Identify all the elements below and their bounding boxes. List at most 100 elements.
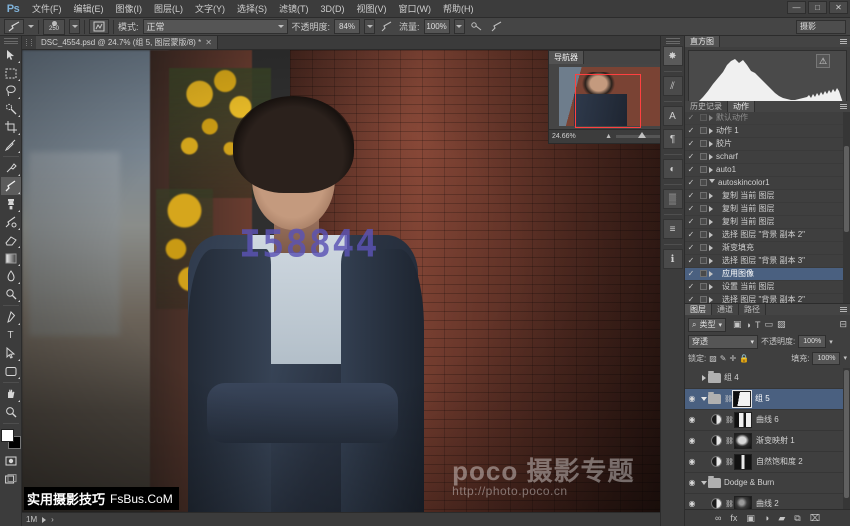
- opacity-pressure-icon[interactable]: [379, 19, 395, 34]
- layer-row-dodge-burn[interactable]: ◉ Dodge & Burn: [685, 473, 850, 494]
- action-dialog-toggle[interactable]: [697, 127, 709, 134]
- lock-all-icon[interactable]: 🔒: [739, 354, 749, 363]
- chevron-right-icon[interactable]: [709, 219, 719, 225]
- layer-mask-thumbnail[interactable]: [734, 412, 752, 428]
- chevron-right-icon[interactable]: [709, 115, 713, 121]
- action-row[interactable]: ✓ 默认动作: [685, 112, 850, 125]
- info-panel-icon[interactable]: ℹ: [663, 249, 683, 269]
- workspace-select[interactable]: 摄影: [796, 20, 846, 34]
- brush-panel-toggle-icon[interactable]: [89, 19, 109, 34]
- close-icon[interactable]: ✕: [205, 38, 212, 47]
- link-layers-icon[interactable]: ∞: [715, 513, 721, 523]
- chevron-right-icon[interactable]: [709, 297, 719, 303]
- tab-navigator[interactable]: 导航器: [549, 51, 584, 64]
- quick-mask-icon[interactable]: [1, 452, 21, 470]
- menu-type[interactable]: 文字(Y): [189, 0, 231, 18]
- status-chevron-icon[interactable]: ›: [51, 515, 54, 524]
- filter-toggle-icon[interactable]: ⊟: [839, 319, 847, 330]
- visibility-icon[interactable]: ◉: [685, 478, 699, 487]
- actions-scrollbar[interactable]: [843, 112, 850, 303]
- layers-scrollbar[interactable]: [843, 368, 850, 509]
- action-dialog-toggle[interactable]: [697, 166, 709, 173]
- flow-chevron-icon[interactable]: [454, 19, 465, 34]
- menu-layer[interactable]: 图层(L): [148, 0, 189, 18]
- chevron-down-icon[interactable]: [699, 481, 708, 485]
- menu-edit[interactable]: 编辑(E): [68, 0, 110, 18]
- fill-chevron-icon[interactable]: ▾: [843, 354, 847, 362]
- action-toggle-icon[interactable]: ✓: [685, 243, 697, 252]
- shape-filter-icon[interactable]: ▭: [764, 319, 773, 330]
- action-row[interactable]: ✓ 复制 当前 图层: [685, 216, 850, 229]
- action-toggle-icon[interactable]: ✓: [685, 152, 697, 161]
- add-mask-icon[interactable]: ▣: [746, 513, 755, 524]
- visibility-icon[interactable]: ◉: [685, 436, 699, 445]
- chevron-right-icon[interactable]: [699, 375, 708, 381]
- panel-menu-icon[interactable]: [840, 104, 847, 110]
- minimize-button[interactable]: —: [787, 1, 806, 14]
- menu-file[interactable]: 文件(F): [26, 0, 68, 18]
- action-row[interactable]: ✓ auto1: [685, 164, 850, 177]
- visibility-icon[interactable]: ◉: [685, 457, 699, 466]
- action-toggle-icon[interactable]: ✓: [685, 113, 697, 122]
- menu-image[interactable]: 图像(I): [110, 0, 149, 18]
- action-dialog-toggle[interactable]: [697, 179, 709, 186]
- chevron-right-icon[interactable]: [709, 193, 719, 199]
- layer-blend-mode-select[interactable]: 穿透 ▾: [688, 335, 758, 349]
- healing-brush-tool[interactable]: [1, 159, 21, 177]
- lock-position-icon[interactable]: ✛: [730, 354, 737, 363]
- clone-stamp-tool[interactable]: [1, 195, 21, 213]
- lock-transparent-icon[interactable]: ▨: [709, 354, 717, 363]
- layer-mask-thumbnail[interactable]: [733, 391, 751, 407]
- layer-opacity-value[interactable]: 100%: [798, 335, 826, 348]
- layer-mask-thumbnail[interactable]: [734, 454, 752, 470]
- type-filter-icon[interactable]: T: [755, 320, 761, 330]
- move-tool[interactable]: [1, 46, 21, 64]
- action-toggle-icon[interactable]: ✓: [685, 282, 697, 291]
- brush-presets-icon[interactable]: ✸: [663, 46, 683, 66]
- new-group-icon[interactable]: ▰: [778, 513, 785, 524]
- chevron-right-icon[interactable]: [709, 284, 719, 290]
- brush-size-picker[interactable]: 250: [43, 19, 65, 35]
- action-row[interactable]: ✓ 选择 图层 "背景 副本 2": [685, 294, 850, 303]
- lasso-tool[interactable]: [1, 82, 21, 100]
- action-toggle-icon[interactable]: ✓: [685, 178, 697, 187]
- brush-tool[interactable]: [1, 177, 21, 195]
- tab-paths[interactable]: 路径: [739, 304, 766, 315]
- navigator-view-box[interactable]: [575, 74, 641, 128]
- action-dialog-toggle[interactable]: [697, 192, 709, 199]
- layer-mask-thumbnail[interactable]: [734, 496, 752, 509]
- action-toggle-icon[interactable]: ✓: [685, 191, 697, 200]
- character-panel-icon[interactable]: A: [663, 106, 683, 126]
- quick-selection-tool[interactable]: [1, 100, 21, 118]
- action-dialog-toggle[interactable]: [697, 114, 709, 121]
- menu-3d[interactable]: 3D(D): [315, 0, 351, 18]
- link-icon[interactable]: ⛓: [725, 458, 734, 466]
- action-dialog-toggle[interactable]: [697, 205, 709, 212]
- tool-preset-chevron-icon[interactable]: [28, 25, 34, 28]
- action-toggle-icon[interactable]: ✓: [685, 230, 697, 239]
- new-layer-icon[interactable]: ⧉: [794, 513, 800, 524]
- lock-image-icon[interactable]: ✎: [720, 354, 727, 363]
- action-row[interactable]: ✓ 动作 1: [685, 125, 850, 138]
- path-selection-tool[interactable]: [1, 344, 21, 362]
- tab-history[interactable]: 历史记录: [685, 101, 728, 112]
- menu-window[interactable]: 窗口(W): [393, 0, 438, 18]
- action-row[interactable]: ✓ scharf: [685, 151, 850, 164]
- layer-mask-thumbnail[interactable]: [734, 433, 752, 449]
- layers-list[interactable]: 组 4 ◉ ⛓ 组 5 ◉: [685, 368, 850, 509]
- tab-channels[interactable]: 通道: [712, 304, 739, 315]
- shape-tool[interactable]: [1, 362, 21, 380]
- action-dialog-toggle[interactable]: [697, 231, 709, 238]
- menu-view[interactable]: 视图(V): [351, 0, 393, 18]
- smart-object-filter-icon[interactable]: ▨: [777, 319, 786, 330]
- layer-fill-value[interactable]: 100%: [812, 352, 840, 365]
- adjustment-filter-icon[interactable]: ◑: [746, 320, 751, 330]
- chevron-down-icon[interactable]: [699, 397, 708, 401]
- tab-actions[interactable]: 动作: [728, 101, 755, 112]
- chevron-right-icon[interactable]: [709, 128, 713, 134]
- navigator-preview[interactable]: [549, 64, 660, 129]
- chevron-right-icon[interactable]: [709, 167, 713, 173]
- color-panel-icon[interactable]: ◐: [663, 159, 683, 179]
- panel-grip[interactable]: [4, 38, 18, 44]
- action-dialog-toggle[interactable]: [697, 153, 709, 160]
